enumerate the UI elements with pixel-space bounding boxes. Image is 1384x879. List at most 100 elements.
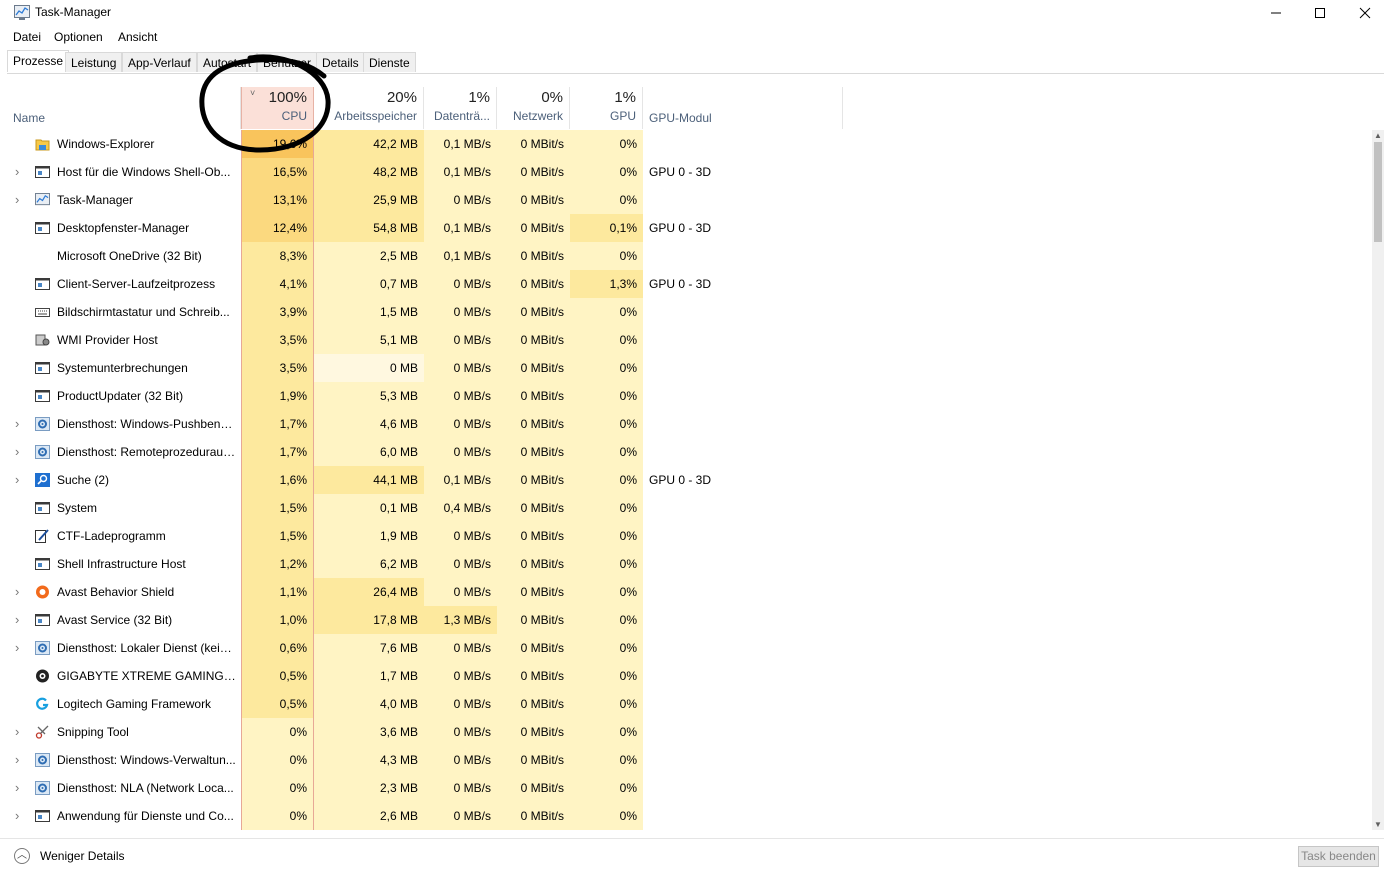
process-name: WMI Provider Host <box>57 333 158 347</box>
process-row[interactable]: › Avast Service (32 Bit) 1,0% 17,8 MB 1,3 MB… <box>7 606 1372 634</box>
column-network-header[interactable]: 0% Netzwerk <box>497 87 570 129</box>
expand-chevron-icon[interactable]: › <box>15 774 23 802</box>
process-row[interactable]: › Avast Behavior Shield 1,1% 26,4 MB 0 MB/s 0… <box>7 578 1372 606</box>
title-bar[interactable]: Task-Manager <box>0 0 1384 26</box>
column-memory-header[interactable]: 20% Arbeitsspeicher <box>314 87 424 129</box>
process-row[interactable]: Microsoft OneDrive (32 Bit) 8,3% 2,5 MB 0,1… <box>7 242 1372 270</box>
process-row[interactable]: System 1,5% 0,1 MB 0,4 MB/s 0 MBit/s 0% <box>7 494 1372 522</box>
gpu-engine-cell: GPU 0 - 3D <box>649 277 712 291</box>
process-row[interactable]: › Anwendung für Dienste und Co... 0% 2,6 MB… <box>7 802 1372 830</box>
expand-chevron-icon[interactable]: › <box>15 438 23 466</box>
close-button[interactable] <box>1342 0 1384 26</box>
process-row[interactable]: Bildschirmtastatur und Schreib... 3,9% 1,5… <box>7 298 1372 326</box>
memory-cell: 1,9 MB <box>314 522 424 550</box>
fewer-details-link[interactable]: Weniger Details <box>40 849 124 863</box>
menu-datei[interactable]: Datei <box>13 30 41 44</box>
tab-dienste[interactable]: Dienste <box>363 52 416 72</box>
window-title: Task-Manager <box>35 5 112 19</box>
disk-cell: 0 MB/s <box>424 802 497 830</box>
expand-chevron-icon[interactable]: › <box>15 186 23 214</box>
process-row[interactable]: › Diensthost: Windows-Pushbena... 1,7% 4,6 … <box>7 410 1372 438</box>
network-cell: 0 MBit/s <box>497 214 570 242</box>
cpu-cell: 13,1% <box>241 186 314 214</box>
expand-chevron-icon[interactable]: › <box>15 718 23 746</box>
maximize-button[interactable] <box>1297 0 1343 26</box>
network-cell: 0 MBit/s <box>497 606 570 634</box>
process-row[interactable]: › Diensthost: Lokaler Dienst (kein ... 0,6… <box>7 634 1372 662</box>
network-cell: 0 MBit/s <box>497 158 570 186</box>
process-row[interactable]: Windows-Explorer 19,6% 42,2 MB 0,1 MB/s 0 MB… <box>7 130 1372 158</box>
menu-ansicht[interactable]: Ansicht <box>118 30 157 44</box>
process-row[interactable]: Shell Infrastructure Host 1,2% 6,2 MB 0 MB/… <box>7 550 1372 578</box>
process-row[interactable]: › Suche (2) 1,6% 44,1 MB 0,1 MB/s 0 MBit/s 0% G… <box>7 466 1372 494</box>
tab-prozesse[interactable]: Prozesse <box>7 50 70 72</box>
scroll-up-icon[interactable]: ▲ <box>1374 131 1382 140</box>
process-list: Windows-Explorer 19,6% 42,2 MB 0,1 MB/s 0 MB… <box>7 130 1372 830</box>
gpu-cell: 0% <box>570 550 643 578</box>
process-name: Host für die Windows Shell-Ob... <box>57 165 231 179</box>
scrollbar-thumb[interactable] <box>1374 142 1382 242</box>
disk-cell: 0 MB/s <box>424 354 497 382</box>
column-disk-header[interactable]: 1% Datenträ... <box>424 87 497 129</box>
column-name-header[interactable]: Name <box>7 87 241 129</box>
process-name: Desktopfenster-Manager <box>57 221 190 235</box>
expand-chevron-icon[interactable]: › <box>15 466 23 494</box>
minimize-icon <box>1271 12 1281 14</box>
disk-cell: 0 MB/s <box>424 382 497 410</box>
expand-chevron-icon[interactable]: › <box>15 634 23 662</box>
network-cell: 0 MBit/s <box>497 438 570 466</box>
pen-icon <box>35 529 50 543</box>
process-row[interactable]: › Diensthost: Remoteprozeduraufr... 1,7% 6,… <box>7 438 1372 466</box>
tab-details[interactable]: Details <box>316 52 365 72</box>
menu-optionen[interactable]: Optionen <box>54 30 103 44</box>
disk-cell: 0 MB/s <box>424 718 497 746</box>
disk-cell: 0,1 MB/s <box>424 158 497 186</box>
process-row[interactable]: Systemunterbrechungen 3,5% 0 MB 0 MB/s 0 MBi… <box>7 354 1372 382</box>
disk-cell: 0,4 MB/s <box>424 494 497 522</box>
expand-chevron-icon[interactable]: › <box>15 578 23 606</box>
expand-chevron-icon[interactable]: › <box>15 802 23 830</box>
column-name-label: Name <box>13 111 46 125</box>
process-row[interactable]: Client-Server-Laufzeitprozess 4,1% 0,7 MB 0… <box>7 270 1372 298</box>
tab-autostart[interactable]: Autostart <box>197 52 258 72</box>
network-cell: 0 MBit/s <box>497 354 570 382</box>
cpu-cell: 0,5% <box>241 662 314 690</box>
expand-chevron-icon[interactable]: › <box>15 606 23 634</box>
tab-leistung[interactable]: Leistung <box>65 52 123 72</box>
gpu-cell: 0% <box>570 494 643 522</box>
column-gpu-header[interactable]: 1% GPU <box>570 87 643 129</box>
process-row[interactable]: WMI Provider Host 3,5% 5,1 MB 0 MB/s 0 MBit/… <box>7 326 1372 354</box>
disk-cell: 0 MB/s <box>424 298 497 326</box>
process-row[interactable]: CTF-Ladeprogramm 1,5% 1,9 MB 0 MB/s 0 MBit/s… <box>7 522 1372 550</box>
end-task-button[interactable]: Task beenden <box>1298 846 1379 867</box>
column-gpu-engine-header[interactable]: GPU-Modul <box>643 87 843 129</box>
process-row[interactable]: › Host für die Windows Shell-Ob... 16,5% 48… <box>7 158 1372 186</box>
search-icon <box>35 473 50 487</box>
process-row[interactable]: › Diensthost: Windows-Verwaltun... 0% 4,3 M… <box>7 746 1372 774</box>
minimize-button[interactable] <box>1253 0 1299 26</box>
vertical-scrollbar[interactable]: ▲ ▼ <box>1372 130 1384 830</box>
tab-benutzer[interactable]: Benutzer <box>257 52 318 72</box>
network-cell: 0 MBit/s <box>497 802 570 830</box>
gpu-cell: 0% <box>570 354 643 382</box>
scroll-down-icon[interactable]: ▼ <box>1374 820 1382 829</box>
process-row[interactable]: › Diensthost: NLA (Network Loca... 0% 2,3 M… <box>7 774 1372 802</box>
process-row[interactable]: ProductUpdater (32 Bit) 1,9% 5,3 MB 0 MB/s 0… <box>7 382 1372 410</box>
tab-app-verlauf[interactable]: App-Verlauf <box>122 52 197 72</box>
expand-chevron-icon[interactable]: › <box>15 158 23 186</box>
chevron-up-icon[interactable]: ︿ <box>14 848 30 864</box>
network-total: 0% <box>541 89 563 106</box>
wmi-icon <box>35 333 50 347</box>
process-row[interactable]: › Task-Manager 13,1% 25,9 MB 0 MB/s 0 MBit/s 0… <box>7 186 1372 214</box>
memory-cell: 26,4 MB <box>314 578 424 606</box>
expand-chevron-icon[interactable]: › <box>15 746 23 774</box>
cpu-cell: 1,5% <box>241 494 314 522</box>
network-cell: 0 MBit/s <box>497 522 570 550</box>
expand-chevron-icon[interactable]: › <box>15 410 23 438</box>
process-row[interactable]: › Snipping Tool 0% 3,6 MB 0 MB/s 0 MBit/s 0% <box>7 718 1372 746</box>
disk-cell: 0 MB/s <box>424 438 497 466</box>
process-row[interactable]: GIGABYTE XTREME GAMING E... 0,5% 1,7 MB 0 M… <box>7 662 1372 690</box>
column-cpu-header[interactable]: ˅ 100% CPU <box>241 87 314 129</box>
process-row[interactable]: Logitech Gaming Framework 0,5% 4,0 MB 0 MB/… <box>7 690 1372 718</box>
process-row[interactable]: Desktopfenster-Manager 12,4% 54,8 MB 0,1 MB… <box>7 214 1372 242</box>
